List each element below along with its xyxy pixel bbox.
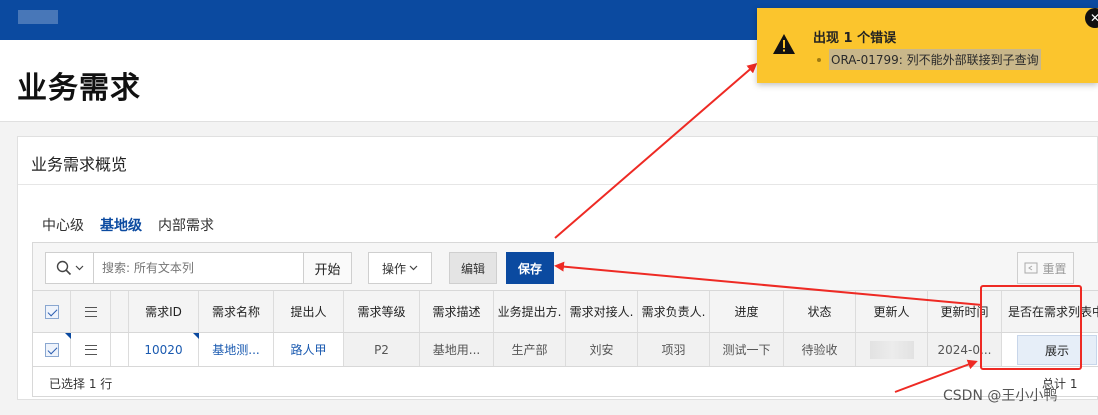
actions-label: 操作 xyxy=(381,261,406,276)
tab-base-level[interactable]: 基地级 xyxy=(100,215,142,245)
watermark: CSDN @王小小鸭 xyxy=(943,388,1058,404)
column-header[interactable]: 需求等级 xyxy=(344,291,420,332)
error-message-item: ORA-01799: 列不能外部联接到子查询 xyxy=(817,49,1041,70)
cell-demand-name[interactable]: 基地测... xyxy=(199,333,274,366)
reset-icon xyxy=(1024,262,1038,274)
go-button[interactable]: 开始 xyxy=(303,253,351,283)
error-title: 出现 1 个错误 xyxy=(813,31,897,46)
annotation-highlight-box xyxy=(980,285,1082,370)
column-header[interactable]: 进度 xyxy=(710,291,784,332)
cell-demand-id[interactable]: 10020 xyxy=(129,333,199,366)
selected-count: 已选择 1 行 xyxy=(49,377,113,391)
tab-bar: 中心级 基地级 内部需求 xyxy=(42,215,230,245)
cell-status[interactable]: 待验收 xyxy=(784,333,856,366)
column-header[interactable]: 业务提出方. xyxy=(494,291,566,332)
reset-label: 重置 xyxy=(1042,261,1067,276)
row-checkbox[interactable] xyxy=(44,342,59,357)
error-notification: 出现 1 个错误 ORA-01799: 列不能外部联接到子查询 ✕ xyxy=(757,8,1098,83)
row-actions-cell[interactable] xyxy=(71,333,111,366)
search-group: 开始 xyxy=(45,252,352,284)
app-logo[interactable] xyxy=(18,10,58,24)
tab-center-level[interactable]: 中心级 xyxy=(42,215,84,245)
actions-menu-button[interactable]: 操作 xyxy=(368,252,432,284)
column-header[interactable]: 提出人 xyxy=(274,291,344,332)
spacer-cell xyxy=(111,333,129,366)
warning-icon xyxy=(773,34,795,54)
search-input[interactable] xyxy=(94,253,303,283)
error-message: ORA-01799: 列不能外部联接到子查询 xyxy=(829,49,1041,70)
cell-updated-by[interactable] xyxy=(856,333,928,366)
search-column-selector[interactable] xyxy=(46,253,94,283)
interactive-grid: 开始 操作 编辑 保存 重置 需求ID 需求名称 提出人 需求等级 需求描述 业… xyxy=(32,242,1098,397)
cell-owner[interactable]: 项羽 xyxy=(638,333,710,366)
chevron-down-icon xyxy=(409,265,418,271)
grid-footer: 已选择 1 行 总计 1 xyxy=(33,367,1098,397)
tab-internal-demand[interactable]: 内部需求 xyxy=(158,215,214,245)
column-header[interactable]: 需求对接人. xyxy=(566,291,638,332)
save-button[interactable]: 保存 xyxy=(506,252,554,284)
column-header[interactable]: 需求负责人. xyxy=(638,291,710,332)
grid-toolbar: 开始 操作 编辑 保存 重置 xyxy=(33,243,1098,291)
grid-header-row: 需求ID 需求名称 提出人 需求等级 需求描述 业务提出方. 需求对接人. 需求… xyxy=(33,291,1098,333)
search-icon xyxy=(56,260,71,276)
column-header[interactable]: 需求名称 xyxy=(199,291,274,332)
menu-icon xyxy=(84,344,97,355)
overview-region: 业务需求概览 中心级 基地级 内部需求 开始 操作 编辑 保存 xyxy=(17,136,1098,400)
row-actions-header[interactable] xyxy=(71,291,111,332)
cell-description[interactable]: 基地用... xyxy=(420,333,494,366)
edit-button[interactable]: 编辑 xyxy=(449,252,497,284)
column-header[interactable]: 需求ID xyxy=(129,291,199,332)
region-title: 业务需求概览 xyxy=(31,155,128,174)
bullet-icon xyxy=(817,57,821,62)
cell-contact[interactable]: 刘安 xyxy=(566,333,638,366)
region-divider xyxy=(18,184,1097,185)
spacer-header xyxy=(111,291,129,332)
column-header[interactable]: 需求描述 xyxy=(420,291,494,332)
page-title: 业务需求 xyxy=(17,71,141,106)
select-all-cell[interactable] xyxy=(33,291,71,332)
redacted-user xyxy=(869,340,914,359)
table-row[interactable]: 10020 基地测... 路人甲 P2 基地用... 生产部 刘安 项羽 测试一… xyxy=(33,333,1098,367)
reset-button[interactable]: 重置 xyxy=(1017,252,1074,284)
select-all-checkbox[interactable] xyxy=(44,304,59,319)
cell-proposer[interactable]: 路人甲 xyxy=(274,333,344,366)
chevron-down-icon xyxy=(75,265,83,271)
cell-business-party[interactable]: 生产部 xyxy=(494,333,566,366)
column-header[interactable]: 状态 xyxy=(784,291,856,332)
cell-level[interactable]: P2 xyxy=(344,333,420,366)
menu-icon xyxy=(84,306,97,317)
close-icon[interactable]: ✕ xyxy=(1085,8,1098,28)
column-header[interactable]: 更新人 xyxy=(856,291,928,332)
cell-progress[interactable]: 测试一下 xyxy=(710,333,784,366)
